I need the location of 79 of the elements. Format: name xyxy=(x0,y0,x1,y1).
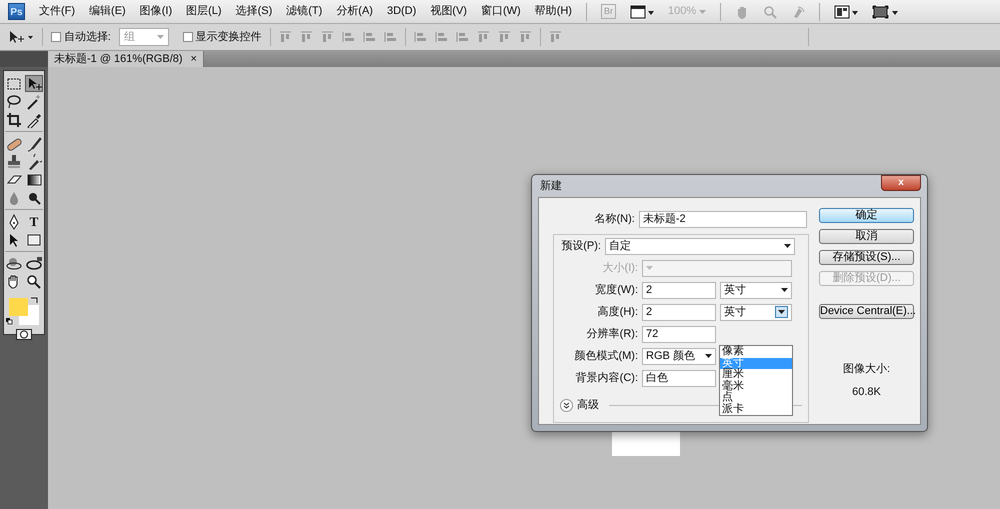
arrange-documents-icon[interactable] xyxy=(834,4,858,18)
move-icon[interactable] xyxy=(26,76,42,92)
screen-mode-icon[interactable] xyxy=(872,4,898,18)
field-label: 名称(N): xyxy=(594,212,635,227)
menu-item[interactable]: 图层(L) xyxy=(186,3,222,20)
crop-icon[interactable] xyxy=(6,112,22,128)
caret-icon xyxy=(156,35,164,39)
caret-icon xyxy=(698,10,706,14)
dropdown-option[interactable]: 厘米 xyxy=(720,369,792,380)
menu-item[interactable]: 滤镜(T) xyxy=(286,3,322,20)
dropdown-option[interactable]: 毫米 xyxy=(720,380,792,392)
zoom-icon[interactable] xyxy=(26,274,42,290)
dialog-button[interactable]: 存储预设(S)... xyxy=(819,250,914,265)
caret-icon xyxy=(784,244,791,248)
dropdown-option[interactable]: 像素 xyxy=(720,346,792,358)
magic-wand-icon[interactable] xyxy=(26,94,42,110)
chevron-icon xyxy=(563,402,570,408)
menu-item[interactable]: 帮助(H) xyxy=(534,3,572,20)
field-label: 分辨率(R): xyxy=(586,326,638,342)
app-logo: Ps xyxy=(8,3,25,20)
gradient-icon[interactable] xyxy=(26,172,42,188)
expand-button[interactable] xyxy=(560,398,573,412)
height-field[interactable]: 2 xyxy=(642,304,716,320)
brush-icon[interactable] xyxy=(26,154,42,170)
auto-select-checkbox[interactable]: 自动选择: xyxy=(51,28,111,46)
menu-item[interactable]: 文件(F) xyxy=(39,3,76,20)
brush-icon[interactable] xyxy=(26,136,42,152)
stamp-icon[interactable] xyxy=(6,154,22,170)
view-extras-icon[interactable] xyxy=(630,4,654,18)
color-swatches-drawing[interactable] xyxy=(6,296,42,326)
marquee-icon[interactable] xyxy=(6,76,22,92)
menu-item[interactable]: 视图(V) xyxy=(430,3,467,20)
caret-icon xyxy=(781,288,788,292)
width-field[interactable]: 2 xyxy=(642,282,716,298)
dialog-button[interactable]: 取消 xyxy=(819,229,914,244)
preset-dropdown[interactable]: 自定 xyxy=(605,238,795,254)
dialog-button[interactable]: Device Central(E)... xyxy=(819,304,914,319)
menu-item[interactable]: 3D(D) xyxy=(386,3,416,20)
background-content-dropdown[interactable]: 白色 xyxy=(642,370,716,386)
document-canvas xyxy=(612,431,680,456)
menu-item[interactable]: 编辑(E) xyxy=(89,3,126,20)
quick-mask-icon[interactable] xyxy=(16,328,32,340)
field-label: 大小(I): xyxy=(602,260,638,276)
dialog-button[interactable]: 确定 xyxy=(819,208,914,223)
name-field[interactable]: 未标题-2 xyxy=(638,210,807,228)
rectangle-icon[interactable] xyxy=(26,232,42,248)
menu-item[interactable]: 分析(A) xyxy=(336,3,373,20)
type-tool[interactable]: T xyxy=(30,212,38,232)
field-label: 宽度(W): xyxy=(594,282,638,298)
show-transform-checkbox[interactable]: 显示变换控件 xyxy=(182,28,262,46)
rotate-3d-icon[interactable] xyxy=(6,256,22,272)
bandage-icon[interactable] xyxy=(6,136,22,152)
field-label: 颜色模式(M): xyxy=(573,348,638,364)
field-label: 背景内容(C): xyxy=(574,370,638,386)
eyedropper-icon[interactable] xyxy=(26,112,42,128)
color-mode-dropdown[interactable]: RGB 颜色 xyxy=(642,348,716,364)
field-label: 高度(H): xyxy=(596,304,638,320)
orbit-camera-icon[interactable] xyxy=(26,256,42,272)
move-tool-icon[interactable] xyxy=(8,30,34,44)
document-tab[interactable]: 未标题-1 @ 161%(RGB/8) × xyxy=(48,51,204,67)
caret-icon xyxy=(778,310,785,314)
advanced-label: 高级 xyxy=(577,398,599,413)
image-size-value: 60.8K xyxy=(852,384,881,400)
caret-icon xyxy=(646,266,653,270)
caret-icon xyxy=(705,354,712,358)
close-tab-button[interactable]: × xyxy=(190,50,197,68)
unit-dropdown[interactable]: 英寸 xyxy=(720,304,792,320)
menu-item[interactable]: 图像(I) xyxy=(140,3,172,20)
image-size-label: 图像大小: xyxy=(842,362,890,377)
dropdown-option[interactable]: 点 xyxy=(720,392,792,404)
lasso-icon[interactable] xyxy=(6,94,22,110)
dialog-title: 新建 xyxy=(540,178,562,194)
menu-item[interactable]: 窗口(W) xyxy=(480,3,521,20)
menu-item[interactable]: 选择(S) xyxy=(236,3,272,20)
dropdown-option[interactable]: 派卡 xyxy=(720,404,792,415)
field-label: 预设(P): xyxy=(560,238,601,254)
resolution-field[interactable]: 72 xyxy=(642,326,716,342)
panel-header xyxy=(0,51,48,67)
unit-dropdown[interactable]: 英寸 xyxy=(720,282,792,298)
